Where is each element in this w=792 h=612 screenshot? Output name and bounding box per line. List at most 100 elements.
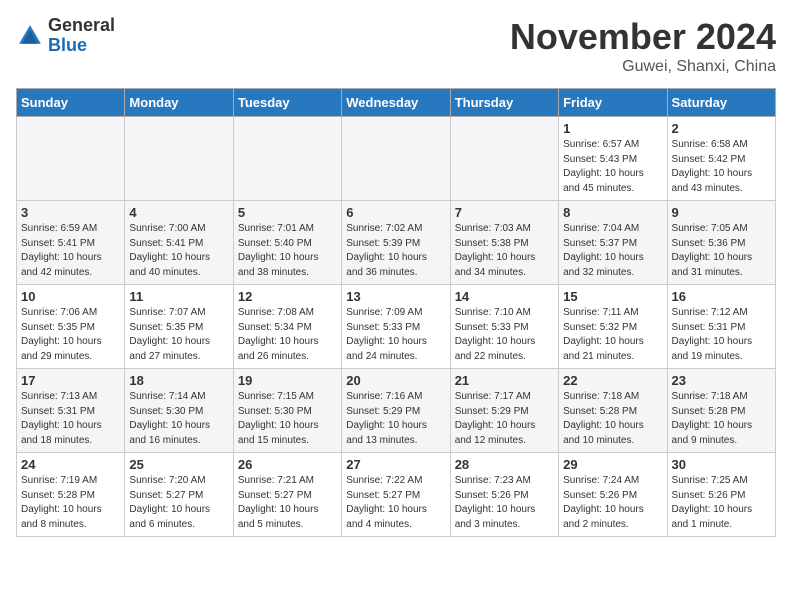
- weekday-header-wednesday: Wednesday: [342, 89, 450, 117]
- calendar-cell: 6 Sunrise: 7:02 AMSunset: 5:39 PMDaylight…: [342, 201, 450, 285]
- calendar-cell: 14 Sunrise: 7:10 AMSunset: 5:33 PMDayligh…: [450, 285, 558, 369]
- calendar-cell: [125, 117, 233, 201]
- day-info: Sunrise: 7:18 AMSunset: 5:28 PMDaylight:…: [672, 390, 771, 448]
- calendar-cell: 25Sunrise: 7:20 AMSunset: 5:27 PMDayligh…: [125, 453, 233, 537]
- weekday-header-thursday: Thursday: [450, 89, 558, 117]
- calendar-cell: 24 Sunrise: 7:19 AMSunset: 5:28 PMDayligh…: [17, 453, 125, 537]
- day-number: 17: [21, 373, 120, 388]
- calendar-cell: 8 Sunrise: 7:04 AMSunset: 5:37 PMDaylight…: [559, 201, 667, 285]
- day-info: Sunrise: 7:08 AMSunset: 5:34 PMDaylight:…: [238, 306, 337, 364]
- title-block: November 2024 Guwei, Shanxi, China: [510, 16, 776, 76]
- logo: General Blue: [16, 16, 115, 56]
- week-row-2: 3 Sunrise: 6:59 AMSunset: 5:41 PMDaylight…: [17, 201, 776, 285]
- day-number: 18: [129, 373, 228, 388]
- week-row-5: 24 Sunrise: 7:19 AMSunset: 5:28 PMDayligh…: [17, 453, 776, 537]
- calendar-cell: 22 Sunrise: 7:18 AMSunset: 5:28 PMDayligh…: [559, 369, 667, 453]
- day-info: Sunrise: 7:14 AMSunset: 5:30 PMDaylight:…: [129, 390, 228, 448]
- day-info: Sunrise: 7:02 AMSunset: 5:39 PMDaylight:…: [346, 222, 445, 280]
- logo-icon: [16, 22, 44, 50]
- day-number: 14: [455, 289, 554, 304]
- calendar-cell: 11 Sunrise: 7:07 AMSunset: 5:35 PMDayligh…: [125, 285, 233, 369]
- day-number: 25: [129, 457, 228, 472]
- logo-general-text: General: [48, 15, 115, 35]
- logo-blue-text: Blue: [48, 35, 87, 55]
- calendar-table: SundayMondayTuesdayWednesdayThursdayFrid…: [16, 88, 776, 537]
- calendar-cell: 20 Sunrise: 7:16 AMSunset: 5:29 PMDayligh…: [342, 369, 450, 453]
- day-number: 11: [129, 289, 228, 304]
- day-number: 19: [238, 373, 337, 388]
- page-header: General Blue November 2024 Guwei, Shanxi…: [16, 16, 776, 76]
- weekday-header-saturday: Saturday: [667, 89, 775, 117]
- calendar-cell: [17, 117, 125, 201]
- day-info: Sunrise: 6:58 AMSunset: 5:42 PMDaylight:…: [672, 138, 771, 196]
- calendar-cell: 12 Sunrise: 7:08 AMSunset: 5:34 PMDayligh…: [233, 285, 341, 369]
- day-info: Sunrise: 7:09 AMSunset: 5:33 PMDaylight:…: [346, 306, 445, 364]
- month-title: November 2024: [510, 16, 776, 58]
- calendar-cell: 16Sunrise: 7:12 AMSunset: 5:31 PMDayligh…: [667, 285, 775, 369]
- calendar-cell: 4 Sunrise: 7:00 AMSunset: 5:41 PMDaylight…: [125, 201, 233, 285]
- calendar-cell: [233, 117, 341, 201]
- calendar-cell: 1 Sunrise: 6:57 AMSunset: 5:43 PMDaylight…: [559, 117, 667, 201]
- calendar-cell: 21 Sunrise: 7:17 AMSunset: 5:29 PMDayligh…: [450, 369, 558, 453]
- day-number: 7: [455, 205, 554, 220]
- day-info: Sunrise: 7:05 AMSunset: 5:36 PMDaylight:…: [672, 222, 771, 280]
- day-info: Sunrise: 7:07 AMSunset: 5:35 PMDaylight:…: [129, 306, 228, 364]
- day-info: Sunrise: 7:11 AMSunset: 5:32 PMDaylight:…: [563, 306, 662, 364]
- day-number: 8: [563, 205, 662, 220]
- day-number: 20: [346, 373, 445, 388]
- day-number: 10: [21, 289, 120, 304]
- day-info: Sunrise: 7:01 AMSunset: 5:40 PMDaylight:…: [238, 222, 337, 280]
- calendar-cell: 29 Sunrise: 7:24 AMSunset: 5:26 PMDayligh…: [559, 453, 667, 537]
- day-info: Sunrise: 7:22 AMSunset: 5:27 PMDaylight:…: [346, 474, 445, 532]
- calendar-cell: 2 Sunrise: 6:58 AMSunset: 5:42 PMDaylight…: [667, 117, 775, 201]
- calendar-cell: [342, 117, 450, 201]
- day-number: 16: [672, 289, 771, 304]
- day-number: 13: [346, 289, 445, 304]
- day-info: Sunrise: 6:57 AMSunset: 5:43 PMDaylight:…: [563, 138, 662, 196]
- calendar-cell: 13 Sunrise: 7:09 AMSunset: 5:33 PMDayligh…: [342, 285, 450, 369]
- day-info: Sunrise: 7:19 AMSunset: 5:28 PMDaylight:…: [21, 474, 120, 532]
- week-row-3: 10Sunrise: 7:06 AMSunset: 5:35 PMDayligh…: [17, 285, 776, 369]
- day-number: 24: [21, 457, 120, 472]
- calendar-cell: 9 Sunrise: 7:05 AMSunset: 5:36 PMDaylight…: [667, 201, 775, 285]
- day-info: Sunrise: 6:59 AMSunset: 5:41 PMDaylight:…: [21, 222, 120, 280]
- calendar-cell: 17Sunrise: 7:13 AMSunset: 5:31 PMDayligh…: [17, 369, 125, 453]
- weekday-header-sunday: Sunday: [17, 89, 125, 117]
- day-number: 6: [346, 205, 445, 220]
- day-info: Sunrise: 7:04 AMSunset: 5:37 PMDaylight:…: [563, 222, 662, 280]
- day-info: Sunrise: 7:18 AMSunset: 5:28 PMDaylight:…: [563, 390, 662, 448]
- weekday-header-row: SundayMondayTuesdayWednesdayThursdayFrid…: [17, 89, 776, 117]
- location-label: Guwei, Shanxi, China: [510, 58, 776, 76]
- weekday-header-tuesday: Tuesday: [233, 89, 341, 117]
- day-info: Sunrise: 7:24 AMSunset: 5:26 PMDaylight:…: [563, 474, 662, 532]
- calendar-cell: 28 Sunrise: 7:23 AMSunset: 5:26 PMDayligh…: [450, 453, 558, 537]
- day-info: Sunrise: 7:17 AMSunset: 5:29 PMDaylight:…: [455, 390, 554, 448]
- day-number: 3: [21, 205, 120, 220]
- calendar-cell: 3 Sunrise: 6:59 AMSunset: 5:41 PMDaylight…: [17, 201, 125, 285]
- day-number: 9: [672, 205, 771, 220]
- day-number: 22: [563, 373, 662, 388]
- day-info: Sunrise: 7:00 AMSunset: 5:41 PMDaylight:…: [129, 222, 228, 280]
- day-info: Sunrise: 7:16 AMSunset: 5:29 PMDaylight:…: [346, 390, 445, 448]
- day-number: 29: [563, 457, 662, 472]
- day-info: Sunrise: 7:10 AMSunset: 5:33 PMDaylight:…: [455, 306, 554, 364]
- day-number: 2: [672, 121, 771, 136]
- day-info: Sunrise: 7:21 AMSunset: 5:27 PMDaylight:…: [238, 474, 337, 532]
- day-number: 1: [563, 121, 662, 136]
- day-number: 12: [238, 289, 337, 304]
- calendar-cell: 18 Sunrise: 7:14 AMSunset: 5:30 PMDayligh…: [125, 369, 233, 453]
- day-number: 4: [129, 205, 228, 220]
- weekday-header-monday: Monday: [125, 89, 233, 117]
- calendar-cell: 27Sunrise: 7:22 AMSunset: 5:27 PMDayligh…: [342, 453, 450, 537]
- day-number: 26: [238, 457, 337, 472]
- calendar-cell: 19Sunrise: 7:15 AMSunset: 5:30 PMDayligh…: [233, 369, 341, 453]
- day-info: Sunrise: 7:23 AMSunset: 5:26 PMDaylight:…: [455, 474, 554, 532]
- weekday-header-friday: Friday: [559, 89, 667, 117]
- calendar-cell: 23 Sunrise: 7:18 AMSunset: 5:28 PMDayligh…: [667, 369, 775, 453]
- day-number: 21: [455, 373, 554, 388]
- day-number: 23: [672, 373, 771, 388]
- calendar-cell: 30Sunrise: 7:25 AMSunset: 5:26 PMDayligh…: [667, 453, 775, 537]
- day-number: 28: [455, 457, 554, 472]
- day-info: Sunrise: 7:25 AMSunset: 5:26 PMDaylight:…: [672, 474, 771, 532]
- calendar-cell: 5Sunrise: 7:01 AMSunset: 5:40 PMDaylight…: [233, 201, 341, 285]
